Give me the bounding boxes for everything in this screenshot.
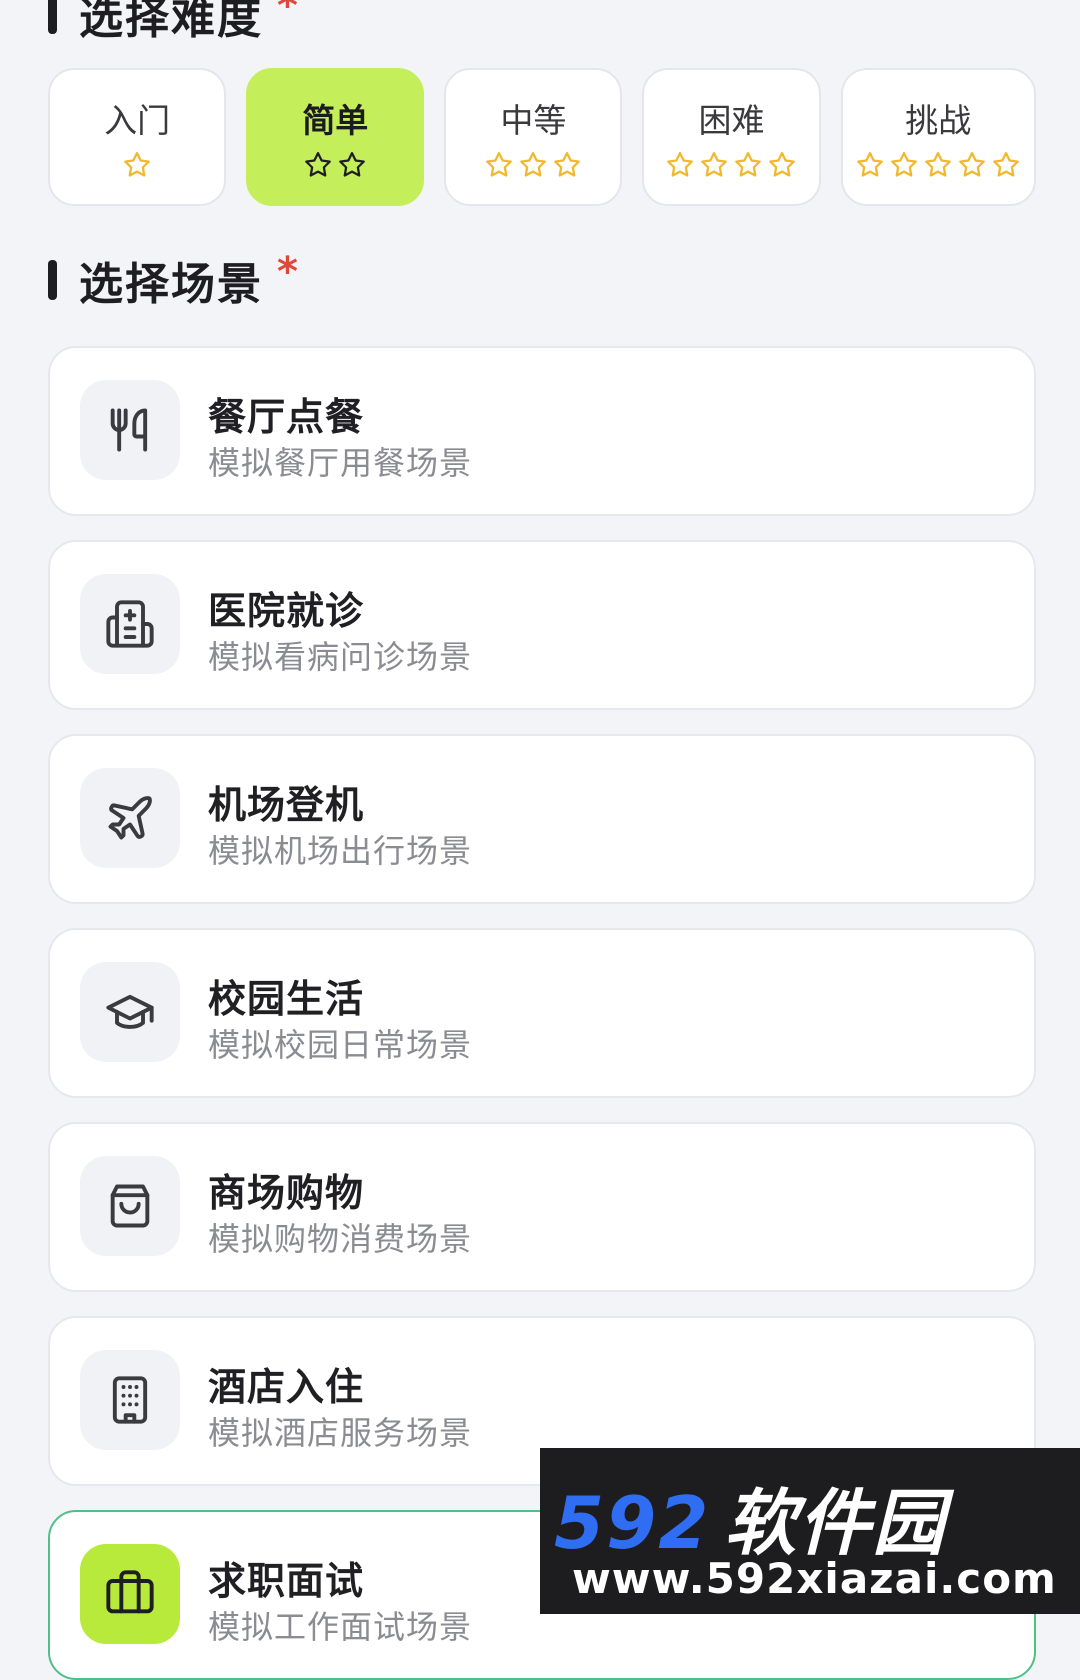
scene-icon-box [80, 574, 180, 674]
graduation-cap-icon [106, 994, 154, 1029]
scene-icon-box [80, 1156, 180, 1256]
shopping-bag-icon [110, 1184, 150, 1228]
scene-name: 校园生活 [208, 977, 365, 1021]
difficulty-label: 困难 [698, 101, 765, 140]
scene-desc: 模拟餐厅用餐场景 [208, 444, 473, 482]
star-icon [701, 152, 728, 177]
difficulty-option-medium[interactable]: 中等 [444, 68, 623, 206]
building-icon [112, 1376, 148, 1424]
title-accent-bar [48, 260, 57, 300]
star-icon [959, 152, 986, 177]
airplane-icon [108, 796, 152, 840]
difficulty-label: 中等 [500, 101, 567, 140]
scene-name: 酒店入住 [208, 1365, 365, 1409]
difficulty-options: 入门 简单 中等 困难 挑战 [48, 68, 1037, 210]
watermark-brand-text: 软件园 [724, 1481, 947, 1565]
scene-desc: 模拟购物消费场景 [208, 1220, 473, 1258]
difficulty-option-challenge[interactable]: 挑战 [840, 68, 1037, 206]
difficulty-label: 简单 [302, 101, 369, 140]
scene-card-restaurant[interactable]: 餐厅点餐 模拟餐厅用餐场景 [48, 346, 1036, 516]
title-accent-bar [48, 0, 57, 34]
scene-desc: 模拟看病问诊场景 [208, 638, 473, 676]
star-icon [554, 152, 581, 177]
scene-card-airport[interactable]: 机场登机 模拟机场出行场景 [48, 734, 1036, 904]
required-mark: * [277, 0, 300, 29]
scene-name: 机场登机 [208, 783, 365, 827]
scene-icon-box [80, 962, 180, 1062]
scene-card-hospital[interactable]: 医院就诊 模拟看病问诊场景 [48, 540, 1036, 710]
difficulty-title-text: 选择难度 [79, 0, 263, 44]
scene-desc: 模拟校园日常场景 [208, 1026, 473, 1064]
difficulty-label: 入门 [104, 101, 171, 140]
star-icon [667, 152, 694, 177]
star-icon [769, 152, 796, 177]
star-icon [857, 152, 884, 177]
star-icon [925, 152, 952, 177]
star-icon [486, 152, 513, 177]
difficulty-option-hard[interactable]: 困难 [642, 68, 821, 206]
star-icon [124, 152, 150, 177]
scene-icon-box [80, 380, 180, 480]
difficulty-label: 挑战 [905, 101, 972, 140]
scene-icon-box [80, 768, 180, 868]
scene-title: 选择场景 * [48, 248, 300, 312]
hospital-icon [106, 600, 154, 648]
star-rating [303, 150, 367, 180]
scene-name: 求职面试 [208, 1559, 365, 1603]
difficulty-option-beginner[interactable]: 入门 [48, 68, 227, 206]
watermark-banner: 592 软件园 www.592xiazai.com [540, 1448, 1080, 1614]
star-icon [891, 152, 918, 177]
scene-title-text: 选择场景 [79, 259, 263, 310]
difficulty-option-easy[interactable]: 简单 [246, 68, 425, 206]
scene-card-mall[interactable]: 商场购物 模拟购物消费场景 [48, 1122, 1036, 1292]
scene-desc: 模拟机场出行场景 [208, 832, 473, 870]
briefcase-icon [106, 1570, 154, 1614]
star-rating [122, 150, 152, 180]
scene-card-campus[interactable]: 校园生活 模拟校园日常场景 [48, 928, 1036, 1098]
star-icon [735, 152, 762, 177]
scene-icon-box [80, 1350, 180, 1450]
star-rating [665, 150, 797, 180]
scene-name: 商场购物 [208, 1171, 365, 1215]
difficulty-title: 选择难度 * [48, 0, 300, 46]
scene-name: 医院就诊 [208, 589, 365, 633]
star-icon [339, 152, 366, 177]
star-icon [993, 152, 1020, 177]
star-icon [520, 152, 547, 177]
star-icon [305, 152, 332, 177]
watermark-brand-number: 592 [554, 1481, 711, 1565]
watermark-url: www.592xiazai.com [572, 1554, 1057, 1603]
star-rating [484, 150, 582, 180]
scene-desc: 模拟酒店服务场景 [208, 1414, 473, 1452]
scene-icon-box [80, 1544, 180, 1644]
required-mark: * [277, 249, 300, 295]
scene-name: 餐厅点餐 [208, 395, 365, 439]
star-rating [855, 150, 1021, 180]
scene-desc: 模拟工作面试场景 [208, 1608, 473, 1646]
utensils-icon [110, 408, 148, 452]
